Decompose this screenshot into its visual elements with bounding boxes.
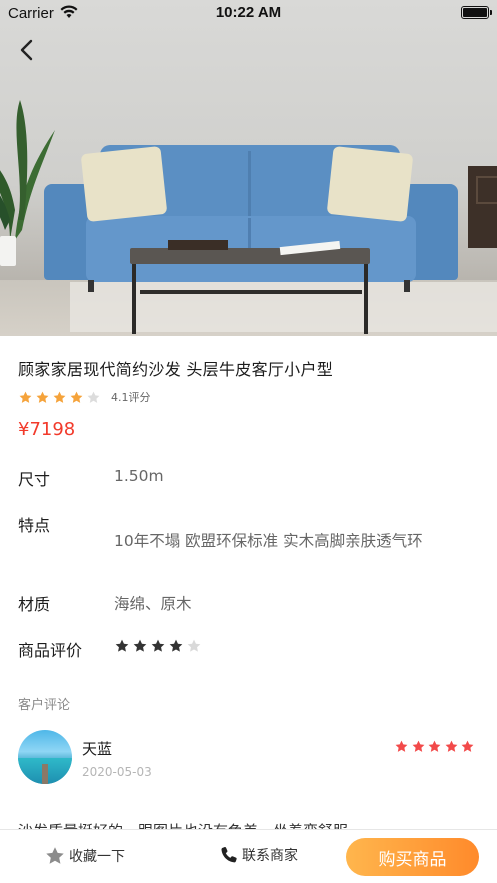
- cushion-right: [326, 146, 414, 222]
- star-filled-icon: [36, 391, 49, 403]
- avatar: [18, 730, 72, 784]
- reviewer-name: 天蓝: [82, 740, 113, 758]
- review-date: 2020-05-03: [82, 765, 152, 779]
- rating-stars: [18, 390, 103, 405]
- star-filled-icon: [133, 639, 147, 652]
- cabinet: [468, 166, 497, 248]
- status-bar: Carrier 10:22 AM: [0, 0, 497, 26]
- rating-score: 4.1评分: [111, 391, 151, 404]
- star-empty-icon: [187, 639, 201, 652]
- spec-label-evaluation: 商品评价: [18, 641, 83, 660]
- product-price: ¥7198: [18, 419, 76, 440]
- spec-value-material: 海绵、原木: [114, 595, 192, 613]
- star-filled-icon: [445, 740, 457, 752]
- sofa-leg: [404, 280, 410, 292]
- contact-merchant-button[interactable]: 联系商家: [219, 845, 298, 865]
- star-filled-icon: [428, 740, 441, 752]
- star-filled-icon: [115, 639, 129, 652]
- star-filled-icon: [169, 639, 183, 652]
- plant-pot: [0, 236, 16, 266]
- spec-label-material: 材质: [18, 595, 51, 614]
- star-filled-icon: [70, 391, 83, 403]
- bottom-action-bar: 收藏一下 联系商家 购买商品: [0, 829, 497, 883]
- table-leg: [364, 264, 368, 334]
- star-empty-icon: [87, 391, 100, 403]
- chevron-left-icon: [20, 39, 33, 61]
- star-filled-icon: [151, 639, 165, 652]
- star-filled-icon: [53, 391, 66, 403]
- evaluation-stars: [114, 638, 204, 654]
- spec-label-features: 特点: [18, 516, 51, 535]
- coffee-table: [130, 248, 370, 264]
- star-filled-icon: [461, 740, 474, 752]
- product-rating: 4.1评分: [18, 389, 151, 405]
- product-image: [0, 0, 497, 336]
- spec-value-features: 10年不塌 欧盟环保标准 实木高脚亲肤透气环: [114, 532, 423, 550]
- table-leg: [132, 264, 136, 334]
- reviews-section-title: 客户评论: [18, 698, 71, 713]
- star-filled-icon: [412, 740, 424, 752]
- spec-value-size: 1.50m: [114, 467, 164, 485]
- spec-label-size: 尺寸: [18, 470, 51, 489]
- battery-icon: [461, 6, 492, 19]
- favorite-label: 收藏一下: [69, 849, 125, 865]
- buy-button[interactable]: 购买商品: [346, 838, 479, 876]
- cushion-left: [80, 146, 168, 222]
- sofa-leg: [88, 280, 94, 292]
- product-title: 顾家家居现代简约沙发 头层牛皮客厅小户型: [18, 360, 334, 379]
- star-icon: [46, 847, 64, 864]
- clock: 10:22 AM: [215, 4, 282, 21]
- star-filled-icon: [395, 740, 408, 752]
- contact-label: 联系商家: [242, 848, 298, 864]
- table-shelf: [140, 290, 362, 294]
- favorite-button[interactable]: 收藏一下: [44, 845, 125, 867]
- star-filled-icon: [19, 391, 32, 403]
- phone-icon: [221, 846, 237, 863]
- review-stars: [394, 739, 477, 754]
- back-button[interactable]: [14, 36, 42, 64]
- tray: [168, 240, 228, 250]
